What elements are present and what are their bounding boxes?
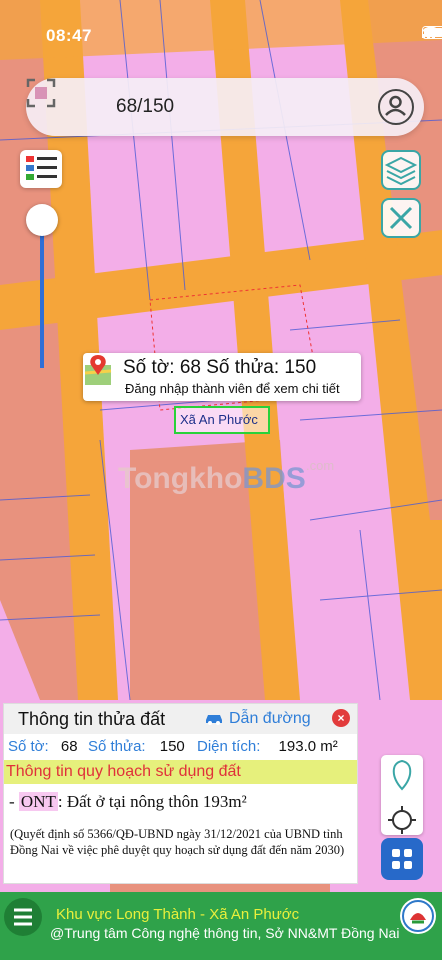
footer-credit: @Trung tâm Công nghệ thông tin, Sở NN&MT… — [50, 925, 400, 941]
grid-icon[interactable] — [381, 838, 423, 880]
measure-icon[interactable] — [381, 198, 421, 238]
panel-title: Thông tin thửa đất — [18, 709, 166, 729]
draw-tools — [381, 755, 423, 835]
battery-icon — [422, 26, 442, 39]
parcel-info-panel: Thông tin thửa đất Dẫn đường × Số tờ: 68… — [3, 703, 358, 884]
directions-button[interactable]: Dẫn đường — [204, 710, 311, 728]
footer-bar: Khu vực Long Thành - Xã An Phước @Trung … — [0, 892, 442, 960]
directions-label: Dẫn đường — [229, 710, 311, 727]
popup-login-hint[interactable]: Đăng nhập thành viên để xem chi tiết — [125, 381, 340, 396]
plan-section-header: Thông tin quy hoạch sử dụng đất — [4, 760, 357, 784]
parcel-commune-label: Xã An Phước — [174, 406, 270, 434]
area-field: Diện tích: 193.0 m² — [197, 738, 338, 755]
footer-area: Khu vực Long Thành - Xã An Phước — [56, 906, 300, 923]
land-use-entry: - ONT: Đất ở tại nông thôn 193m² — [9, 792, 247, 812]
panel-header: Thông tin thửa đất Dẫn đường × — [4, 704, 357, 734]
draw-icon[interactable] — [381, 755, 423, 795]
parcel-field: Số thửa: 150 — [88, 738, 185, 755]
menu-icon[interactable] — [4, 898, 42, 936]
parcel-number-value: 150 — [159, 738, 185, 755]
land-use-description: : Đất ở tại nông thôn 193m² — [57, 792, 247, 811]
opacity-slider-track[interactable] — [40, 220, 44, 368]
sheet-value: 68 — [60, 738, 78, 755]
car-icon — [206, 715, 222, 725]
watermark: TongkhoBDS — [118, 462, 306, 496]
close-icon[interactable]: × — [332, 709, 350, 727]
land-use-dash: - — [9, 792, 19, 811]
sheet-field: Số tờ: 68 — [8, 738, 78, 755]
watermark-suffix: .com — [306, 458, 335, 473]
popup-title: Số tờ: 68 Số thửa: 150 — [123, 357, 317, 378]
watermark-part2: BDS — [242, 462, 306, 495]
scan-icon[interactable] — [26, 78, 56, 108]
search-bar[interactable]: 68/150 — [26, 78, 424, 136]
parcel-number-label: Số thửa: — [88, 738, 146, 755]
plan-section-title: Thông tin quy hoạch sử dụng đất — [6, 763, 241, 780]
locate-icon[interactable] — [381, 800, 423, 840]
layers-icon[interactable] — [381, 150, 421, 190]
decision-note: (Quyết định số 5366/QĐ-UBND ngày 31/12/2… — [10, 827, 345, 857]
status-time: 08:47 — [46, 26, 92, 45]
person-icon[interactable] — [378, 89, 414, 125]
area-value: 193.0 m² — [278, 738, 338, 755]
area-label: Diện tích: — [197, 738, 261, 755]
sheet-label: Số tờ: — [8, 738, 49, 755]
land-use-code: ONT — [18, 792, 58, 811]
legend-icon[interactable] — [20, 150, 62, 188]
parcel-popup[interactable]: Số tờ: 68 Số thửa: 150 Đăng nhập thành v… — [83, 353, 361, 401]
location-pin-icon — [84, 355, 112, 385]
watermark-part1: Tongkho — [118, 462, 243, 495]
logo-icon — [400, 898, 436, 934]
search-input[interactable]: 68/150 — [116, 96, 174, 118]
opacity-slider-handle[interactable] — [26, 204, 58, 236]
